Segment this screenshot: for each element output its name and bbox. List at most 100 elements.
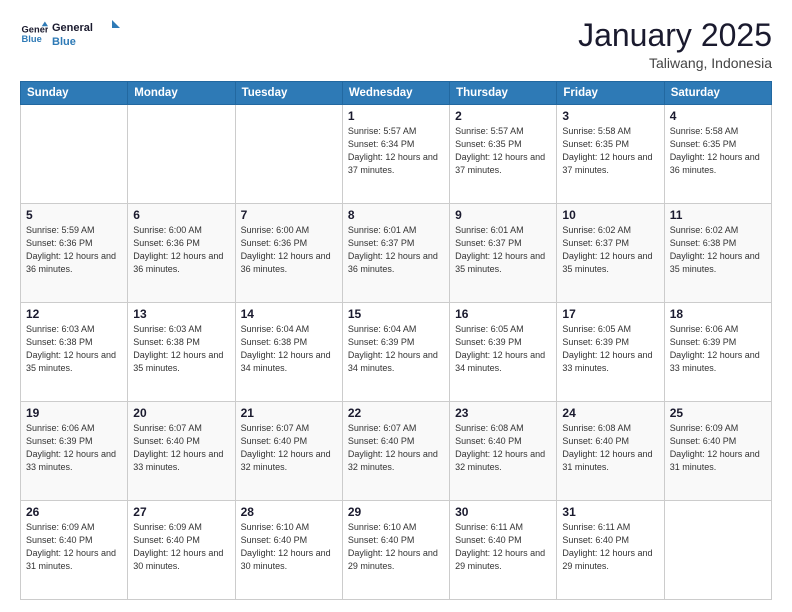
day-info: Sunrise: 6:08 AM Sunset: 6:40 PM Dayligh…: [455, 422, 551, 474]
table-row: 16 Sunrise: 6:05 AM Sunset: 6:39 PM Dayli…: [450, 303, 557, 402]
day-number: 29: [348, 505, 444, 519]
day-number: 11: [670, 208, 766, 222]
table-row: 1Sunrise: 5:57 AM Sunset: 6:34 PM Daylig…: [342, 105, 449, 204]
table-row: 23 Sunrise: 6:08 AM Sunset: 6:40 PM Dayli…: [450, 402, 557, 501]
day-info: Sunrise: 6:00 AM Sunset: 6:36 PM Dayligh…: [241, 224, 337, 276]
day-info: Sunrise: 6:02 AM Sunset: 6:37 PM Dayligh…: [562, 224, 658, 276]
header-monday: Monday: [128, 82, 235, 105]
table-row: 30 Sunrise: 6:11 AM Sunset: 6:40 PM Dayli…: [450, 501, 557, 600]
day-info: Sunrise: 6:02 AM Sunset: 6:38 PM Dayligh…: [670, 224, 766, 276]
day-info: Sunrise: 6:05 AM Sunset: 6:39 PM Dayligh…: [455, 323, 551, 375]
table-row: [21, 105, 128, 204]
table-row: [235, 105, 342, 204]
table-row: 11 Sunrise: 6:02 AM Sunset: 6:38 PM Dayli…: [664, 204, 771, 303]
weekday-header-row: Sunday Monday Tuesday Wednesday Thursday…: [21, 82, 772, 105]
table-row: 19Sunrise: 6:06 AM Sunset: 6:39 PM Dayli…: [21, 402, 128, 501]
table-row: [128, 105, 235, 204]
table-row: 18Sunrise: 6:06 AM Sunset: 6:39 PM Dayli…: [664, 303, 771, 402]
calendar-week-2: 5 Sunrise: 5:59 AM Sunset: 6:36 PM Daylig…: [21, 204, 772, 303]
day-info: Sunrise: 6:10 AM Sunset: 6:40 PM Dayligh…: [348, 521, 444, 573]
day-number: 4: [670, 109, 766, 123]
table-row: 2 Sunrise: 5:57 AM Sunset: 6:35 PM Daylig…: [450, 105, 557, 204]
calendar-page: General Blue General Blue January 2025 T…: [0, 0, 792, 612]
day-info: Sunrise: 6:04 AM Sunset: 6:39 PM Dayligh…: [348, 323, 444, 375]
day-number: 30: [455, 505, 551, 519]
day-info: Sunrise: 6:08 AM Sunset: 6:40 PM Dayligh…: [562, 422, 658, 474]
table-row: 8 Sunrise: 6:01 AM Sunset: 6:37 PM Daylig…: [342, 204, 449, 303]
day-number: 21: [241, 406, 337, 420]
day-number: 6: [133, 208, 229, 222]
table-row: 12 Sunrise: 6:03 AM Sunset: 6:38 PM Dayli…: [21, 303, 128, 402]
day-number: 16: [455, 307, 551, 321]
day-number: 28: [241, 505, 337, 519]
day-info: Sunrise: 6:03 AM Sunset: 6:38 PM Dayligh…: [133, 323, 229, 375]
day-number: 18: [670, 307, 766, 321]
day-info: Sunrise: 6:10 AM Sunset: 6:40 PM Dayligh…: [241, 521, 337, 573]
day-number: 13: [133, 307, 229, 321]
table-row: 24Sunrise: 6:08 AM Sunset: 6:40 PM Dayli…: [557, 402, 664, 501]
day-number: 1: [348, 109, 444, 123]
day-info: Sunrise: 6:05 AM Sunset: 6:39 PM Dayligh…: [562, 323, 658, 375]
svg-text:Blue: Blue: [22, 34, 42, 44]
table-row: 17 Sunrise: 6:05 AM Sunset: 6:39 PM Dayli…: [557, 303, 664, 402]
title-block: January 2025 Taliwang, Indonesia: [578, 18, 772, 71]
day-info: Sunrise: 6:01 AM Sunset: 6:37 PM Dayligh…: [348, 224, 444, 276]
table-row: 31Sunrise: 6:11 AM Sunset: 6:40 PM Dayli…: [557, 501, 664, 600]
table-row: 10 Sunrise: 6:02 AM Sunset: 6:37 PM Dayli…: [557, 204, 664, 303]
calendar-week-3: 12 Sunrise: 6:03 AM Sunset: 6:38 PM Dayli…: [21, 303, 772, 402]
day-info: Sunrise: 5:58 AM Sunset: 6:35 PM Dayligh…: [562, 125, 658, 177]
table-row: 28 Sunrise: 6:10 AM Sunset: 6:40 PM Dayli…: [235, 501, 342, 600]
table-row: [664, 501, 771, 600]
day-number: 8: [348, 208, 444, 222]
day-number: 3: [562, 109, 658, 123]
day-number: 17: [562, 307, 658, 321]
calendar-subtitle: Taliwang, Indonesia: [578, 55, 772, 71]
calendar-week-1: 1Sunrise: 5:57 AM Sunset: 6:34 PM Daylig…: [21, 105, 772, 204]
day-info: Sunrise: 5:59 AM Sunset: 6:36 PM Dayligh…: [26, 224, 122, 276]
day-info: Sunrise: 5:57 AM Sunset: 6:35 PM Dayligh…: [455, 125, 551, 177]
table-row: 14 Sunrise: 6:04 AM Sunset: 6:38 PM Dayli…: [235, 303, 342, 402]
day-info: Sunrise: 6:09 AM Sunset: 6:40 PM Dayligh…: [26, 521, 122, 573]
day-info: Sunrise: 6:01 AM Sunset: 6:37 PM Dayligh…: [455, 224, 551, 276]
table-row: 9 Sunrise: 6:01 AM Sunset: 6:37 PM Daylig…: [450, 204, 557, 303]
day-info: Sunrise: 5:58 AM Sunset: 6:35 PM Dayligh…: [670, 125, 766, 177]
day-number: 26: [26, 505, 122, 519]
table-row: 21 Sunrise: 6:07 AM Sunset: 6:40 PM Dayli…: [235, 402, 342, 501]
table-row: 25 Sunrise: 6:09 AM Sunset: 6:40 PM Dayli…: [664, 402, 771, 501]
header-sunday: Sunday: [21, 82, 128, 105]
day-number: 23: [455, 406, 551, 420]
page-header: General Blue General Blue January 2025 T…: [20, 18, 772, 71]
day-info: Sunrise: 6:11 AM Sunset: 6:40 PM Dayligh…: [562, 521, 658, 573]
table-row: 27 Sunrise: 6:09 AM Sunset: 6:40 PM Dayli…: [128, 501, 235, 600]
header-thursday: Thursday: [450, 82, 557, 105]
logo: General Blue General Blue: [20, 18, 120, 50]
day-info: Sunrise: 6:04 AM Sunset: 6:38 PM Dayligh…: [241, 323, 337, 375]
day-number: 12: [26, 307, 122, 321]
day-info: Sunrise: 6:11 AM Sunset: 6:40 PM Dayligh…: [455, 521, 551, 573]
day-number: 2: [455, 109, 551, 123]
day-number: 9: [455, 208, 551, 222]
day-number: 27: [133, 505, 229, 519]
day-info: Sunrise: 6:03 AM Sunset: 6:38 PM Dayligh…: [26, 323, 122, 375]
day-info: Sunrise: 6:07 AM Sunset: 6:40 PM Dayligh…: [241, 422, 337, 474]
logo-icon: General Blue: [20, 20, 48, 48]
table-row: 20Sunrise: 6:07 AM Sunset: 6:40 PM Dayli…: [128, 402, 235, 501]
day-number: 7: [241, 208, 337, 222]
day-info: Sunrise: 6:09 AM Sunset: 6:40 PM Dayligh…: [133, 521, 229, 573]
calendar-week-5: 26 Sunrise: 6:09 AM Sunset: 6:40 PM Dayli…: [21, 501, 772, 600]
day-info: Sunrise: 6:00 AM Sunset: 6:36 PM Dayligh…: [133, 224, 229, 276]
table-row: 13 Sunrise: 6:03 AM Sunset: 6:38 PM Dayli…: [128, 303, 235, 402]
day-number: 5: [26, 208, 122, 222]
day-number: 14: [241, 307, 337, 321]
day-info: Sunrise: 6:09 AM Sunset: 6:40 PM Dayligh…: [670, 422, 766, 474]
calendar-title: January 2025: [578, 18, 772, 53]
table-row: 6 Sunrise: 6:00 AM Sunset: 6:36 PM Daylig…: [128, 204, 235, 303]
svg-text:Blue: Blue: [52, 36, 76, 48]
day-number: 25: [670, 406, 766, 420]
table-row: 29 Sunrise: 6:10 AM Sunset: 6:40 PM Dayli…: [342, 501, 449, 600]
day-number: 10: [562, 208, 658, 222]
svg-text:General: General: [52, 22, 93, 34]
day-number: 19: [26, 406, 122, 420]
day-info: Sunrise: 6:07 AM Sunset: 6:40 PM Dayligh…: [133, 422, 229, 474]
header-tuesday: Tuesday: [235, 82, 342, 105]
